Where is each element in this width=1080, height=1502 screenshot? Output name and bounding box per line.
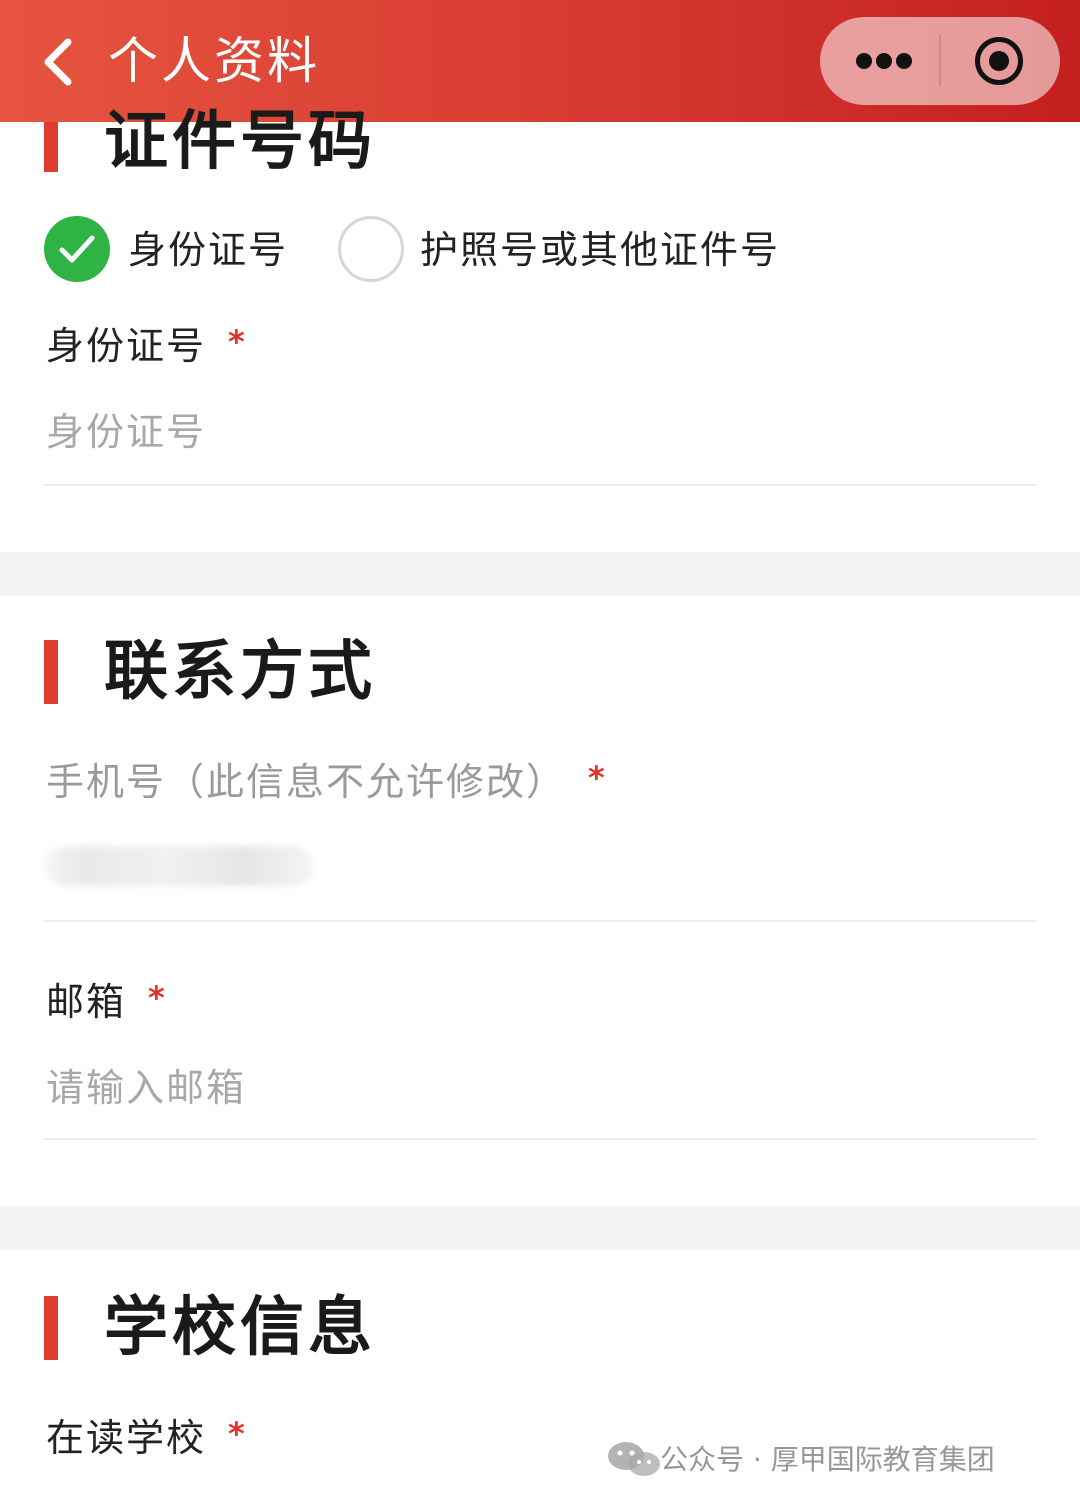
radio-label: 身份证号 (128, 228, 289, 272)
label-text: 身份证号 (46, 324, 207, 368)
required-mark: * (228, 1415, 247, 1453)
watermark-text: 公众号 · 厚甲国际教育集团 (660, 1443, 995, 1476)
page-title: 个人资料 (108, 32, 320, 90)
section-separator (0, 552, 1080, 596)
label-text: 邮箱 (46, 980, 127, 1024)
id-number-label: 身份证号 * (46, 316, 247, 372)
wechat-icon (606, 1440, 666, 1480)
section-accent-bar (44, 122, 58, 172)
more-dots-icon[interactable] (820, 17, 940, 105)
divider (44, 920, 1036, 922)
empty-circle-icon (338, 216, 404, 282)
divider (44, 484, 1036, 486)
email-label: 邮箱 * (46, 972, 167, 1028)
mini-program-capsule (820, 17, 1060, 105)
radio-id-card[interactable]: 身份证号 (44, 216, 294, 284)
section-accent-bar (44, 640, 58, 704)
school-label: 在读学校 * (46, 1408, 247, 1464)
required-mark: * (588, 759, 607, 797)
phone-label: 手机号（此信息不允许修改） * (46, 752, 607, 808)
radio-label: 护照号或其他证件号 (420, 228, 781, 272)
label-text: 手机号（此信息不允许修改） (46, 760, 567, 804)
divider (44, 1138, 1036, 1140)
close-target-icon[interactable] (941, 17, 1060, 105)
required-mark: * (228, 323, 247, 361)
section-separator (0, 1206, 1080, 1250)
section-title-id: 证件号码 (104, 105, 376, 179)
label-text: 在读学校 (46, 1416, 207, 1460)
radio-passport[interactable]: 护照号或其他证件号 (338, 216, 788, 284)
section-accent-bar (44, 1296, 58, 1360)
section-title-school: 学校信息 (104, 1291, 376, 1365)
email-input[interactable] (46, 1058, 1036, 1118)
required-mark: * (148, 979, 167, 1017)
id-number-input[interactable] (46, 402, 1036, 462)
phone-value-redacted (44, 846, 314, 886)
back-chevron-icon[interactable] (40, 36, 80, 88)
check-circle-icon (44, 216, 110, 282)
section-title-contact: 联系方式 (104, 635, 376, 709)
